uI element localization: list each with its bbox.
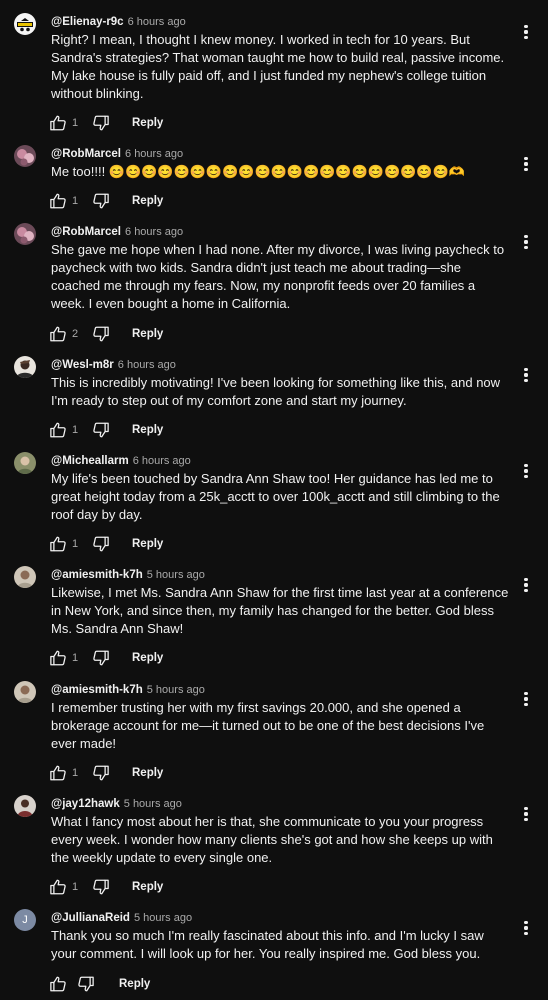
comment-text: I remember trusting her with my first sa… (51, 700, 485, 751)
thumbs-up-icon[interactable] (49, 535, 67, 553)
thumbs-down-icon[interactable] (92, 325, 110, 343)
thumbs-down-icon[interactable] (77, 975, 95, 993)
comment-text: What I fancy most about her is that, she… (51, 814, 493, 865)
comment-timestamp[interactable]: 6 hours ago (128, 16, 186, 28)
more-vertical-icon[interactable] (520, 232, 532, 252)
comment-text: This is incredibly motivating! I've been… (51, 375, 501, 408)
avatar[interactable] (14, 223, 36, 245)
like-count: 1 (72, 195, 79, 207)
comment-author[interactable]: @amiesmith-k7h (51, 569, 143, 581)
more-vertical-icon[interactable] (520, 154, 532, 174)
avatar[interactable] (14, 681, 36, 703)
thumbs-down-icon[interactable] (92, 114, 110, 132)
like-count: 1 (72, 652, 79, 664)
comment-meta: @Wesl-m8r 6 hours ago (51, 356, 176, 372)
comment-timestamp[interactable]: 6 hours ago (125, 226, 183, 238)
thumbs-down-icon[interactable] (92, 421, 110, 439)
thumbs-up-icon[interactable] (49, 975, 67, 993)
thumbs-up-icon[interactable] (49, 878, 67, 896)
comment-author[interactable]: @Micheallarm (51, 455, 129, 467)
comment-author[interactable]: @RobMarcel (51, 148, 121, 160)
thumbs-down-icon[interactable] (92, 649, 110, 667)
avatar[interactable] (14, 795, 36, 817)
reply-button[interactable]: Reply (132, 652, 163, 664)
comment-author[interactable]: @amiesmith-k7h (51, 684, 143, 696)
avatar[interactable]: J (14, 909, 36, 931)
more-vertical-icon[interactable] (520, 22, 532, 42)
more-vertical-icon[interactable] (520, 461, 532, 481)
reply-button[interactable]: Reply (132, 117, 163, 129)
comment-text: Right? I mean, I thought I knew money. I… (51, 32, 505, 101)
comment-timestamp[interactable]: 6 hours ago (118, 359, 176, 371)
more-vertical-icon[interactable] (520, 804, 532, 824)
comment-timestamp[interactable]: 5 hours ago (124, 798, 182, 810)
comment-text: Me too!!!! 😊😊😊😊😊😊😊😊😊😊😊😊😊😊😊😊😊😊😊😊😊🫶 (51, 164, 465, 179)
comment-actions: 1 Reply (49, 113, 163, 133)
comment-timestamp[interactable]: 5 hours ago (147, 684, 205, 696)
reply-button[interactable]: Reply (132, 195, 163, 207)
reply-button[interactable]: Reply (132, 538, 163, 550)
comment-text: Likewise, I met Ms. Sandra Ann Shaw for … (51, 585, 509, 636)
thumbs-up-icon[interactable] (49, 114, 67, 132)
comment-actions: 1 Reply (49, 648, 163, 668)
comment-actions: 1 Reply (49, 877, 163, 897)
comment-actions: 2 Reply (49, 324, 163, 344)
avatar[interactable] (14, 13, 36, 35)
like-count: 1 (72, 881, 79, 893)
thumbs-up-icon[interactable] (49, 421, 67, 439)
reply-button[interactable]: Reply (132, 424, 163, 436)
reply-button[interactable]: Reply (132, 881, 163, 893)
avatar[interactable] (14, 145, 36, 167)
comment-actions: 1 Reply (49, 191, 163, 211)
comment-text: She gave me hope when I had none. After … (51, 242, 505, 311)
thumbs-up-icon[interactable] (49, 764, 67, 782)
avatar[interactable] (14, 356, 36, 378)
like-count: 2 (72, 328, 79, 340)
thumbs-up-icon[interactable] (49, 192, 67, 210)
like-count: 1 (72, 117, 79, 129)
thumbs-down-icon[interactable] (92, 764, 110, 782)
comment-author[interactable]: @RobMarcel (51, 226, 121, 238)
comment-timestamp[interactable]: 6 hours ago (125, 148, 183, 160)
comment-timestamp[interactable]: 5 hours ago (147, 569, 205, 581)
more-vertical-icon[interactable] (520, 689, 532, 709)
thumbs-down-icon[interactable] (92, 192, 110, 210)
comment-text: My life's been touched by Sandra Ann Sha… (51, 471, 500, 522)
avatar-initial: J (22, 914, 28, 926)
thumbs-down-icon[interactable] (92, 535, 110, 553)
comment-actions: 1 Reply (49, 763, 163, 783)
comment-actions: 1 Reply (49, 420, 163, 440)
avatar[interactable] (14, 566, 36, 588)
comment-meta: @Micheallarm 6 hours ago (51, 452, 191, 468)
more-vertical-icon[interactable] (520, 918, 532, 938)
avatar[interactable] (14, 452, 36, 474)
comment-meta: @Elienay-r9c 6 hours ago (51, 13, 186, 29)
comment-timestamp[interactable]: 5 hours ago (134, 912, 192, 924)
like-count: 1 (72, 767, 79, 779)
comment-author[interactable]: @Elienay-r9c (51, 16, 124, 28)
comment-meta: @amiesmith-k7h 5 hours ago (51, 681, 205, 697)
reply-button[interactable]: Reply (119, 978, 150, 990)
like-count: 1 (72, 538, 79, 550)
comment-meta: @JullianaReid 5 hours ago (51, 909, 192, 925)
comment-meta: @RobMarcel 6 hours ago (51, 145, 183, 161)
reply-button[interactable]: Reply (132, 767, 163, 779)
comment-timestamp[interactable]: 6 hours ago (133, 455, 191, 467)
thumbs-up-icon[interactable] (49, 325, 67, 343)
comment-meta: @RobMarcel 6 hours ago (51, 223, 183, 239)
comment-actions: Reply (49, 974, 150, 994)
comment-text: Thank you so much I'm really fascinated … (51, 928, 484, 961)
more-vertical-icon[interactable] (520, 575, 532, 595)
comment-actions: 1 Reply (49, 534, 163, 554)
more-vertical-icon[interactable] (520, 365, 532, 385)
comment-meta: @jay12hawk 5 hours ago (51, 795, 182, 811)
comment-author[interactable]: @JullianaReid (51, 912, 130, 924)
like-count: 1 (72, 424, 79, 436)
reply-button[interactable]: Reply (132, 328, 163, 340)
thumbs-down-icon[interactable] (92, 878, 110, 896)
comment-author[interactable]: @jay12hawk (51, 798, 120, 810)
comment-meta: @amiesmith-k7h 5 hours ago (51, 566, 205, 582)
thumbs-up-icon[interactable] (49, 649, 67, 667)
comment-author[interactable]: @Wesl-m8r (51, 359, 114, 371)
